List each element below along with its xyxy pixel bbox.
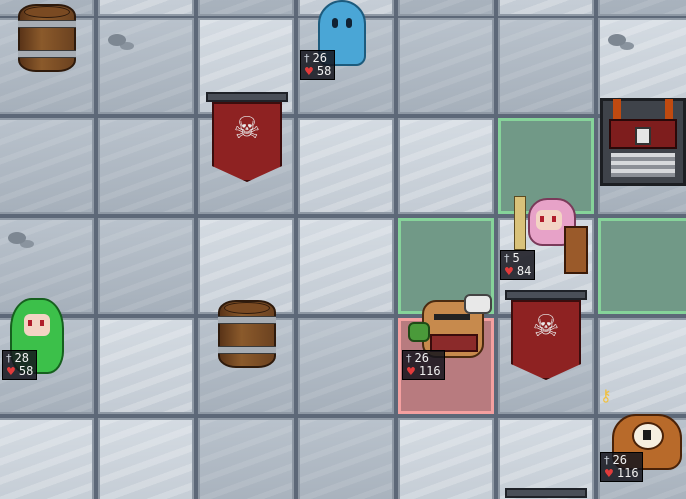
floor-tile[interactable] [498, 0, 594, 16]
floor-tile[interactable] [298, 318, 394, 414]
barrel-icon[interactable] [18, 4, 76, 72]
skull-icon: ☠ [532, 309, 560, 344]
elf-stats: † 28 ♥ 58 [2, 350, 38, 380]
floor-tile[interactable] [0, 118, 94, 214]
barrel-icon[interactable] [218, 300, 276, 368]
elf-health: 58 [18, 364, 34, 378]
rock-decoration [608, 34, 626, 46]
heart-icon: ♥ [604, 467, 614, 480]
floor-tile[interactable] [98, 318, 194, 414]
heart-icon: ♥ [406, 365, 416, 378]
move-target-tile[interactable] [598, 218, 686, 314]
floor-tile[interactable] [198, 0, 294, 16]
floor-tile[interactable] [98, 118, 194, 214]
game-board: ☠ ☠ ⚷ † 26 ♥ 58 † 5 ♥ 84 † 28 ♥ 58 † 26 … [0, 0, 686, 499]
ghost-stats: † 26 ♥ 58 [300, 50, 336, 80]
floor-tile[interactable] [298, 418, 394, 499]
sword-icon: † [604, 454, 610, 467]
ogre-stats: † 26 ♥ 116 [402, 350, 445, 380]
key-icon[interactable]: ⚷ [600, 386, 612, 405]
golem-health: 116 [616, 466, 639, 480]
floor-tile[interactable] [298, 118, 394, 214]
floor-tile[interactable] [398, 118, 494, 214]
skull-banner-icon[interactable]: ☠ [505, 290, 587, 380]
floor-tile[interactable] [498, 418, 594, 499]
floor-tile[interactable] [198, 418, 294, 499]
heart-icon: ♥ [6, 365, 16, 378]
skull-icon: ☠ [233, 111, 261, 146]
floor-tile[interactable] [98, 0, 194, 16]
ghost-health: 58 [316, 64, 332, 78]
priestess-stats: † 5 ♥ 84 [500, 250, 536, 280]
skull-banner-icon[interactable] [505, 488, 587, 499]
heart-icon: ♥ [304, 65, 314, 78]
floor-tile[interactable] [498, 18, 594, 114]
rock-decoration [108, 34, 126, 46]
floor-tile[interactable] [98, 218, 194, 314]
floor-tile[interactable] [398, 18, 494, 114]
priestess-health: 84 [516, 264, 532, 278]
sword-icon: † [304, 52, 310, 65]
floor-tile[interactable] [98, 418, 194, 499]
staff-icon [514, 196, 526, 250]
floor-tile[interactable] [98, 18, 194, 114]
rock-decoration [8, 232, 26, 244]
skull-banner-icon[interactable]: ☠ [206, 92, 288, 182]
locked-chest-icon[interactable] [600, 98, 686, 186]
lock-icon [635, 127, 651, 145]
floor-tile[interactable] [398, 418, 494, 499]
ogre-health: 116 [418, 364, 441, 378]
golem-stats: † 26 ♥ 116 [600, 452, 643, 482]
bottle-icon [408, 322, 430, 342]
floor-tile[interactable] [598, 0, 686, 16]
floor-tile[interactable] [0, 418, 94, 499]
floor-tile[interactable] [298, 218, 394, 314]
axe-icon [464, 294, 492, 314]
book-icon [564, 226, 588, 274]
heart-icon: ♥ [504, 265, 514, 278]
floor-tile[interactable] [398, 0, 494, 16]
sword-icon: † [504, 252, 510, 265]
sword-icon: † [406, 352, 412, 365]
sword-icon: † [6, 352, 12, 365]
